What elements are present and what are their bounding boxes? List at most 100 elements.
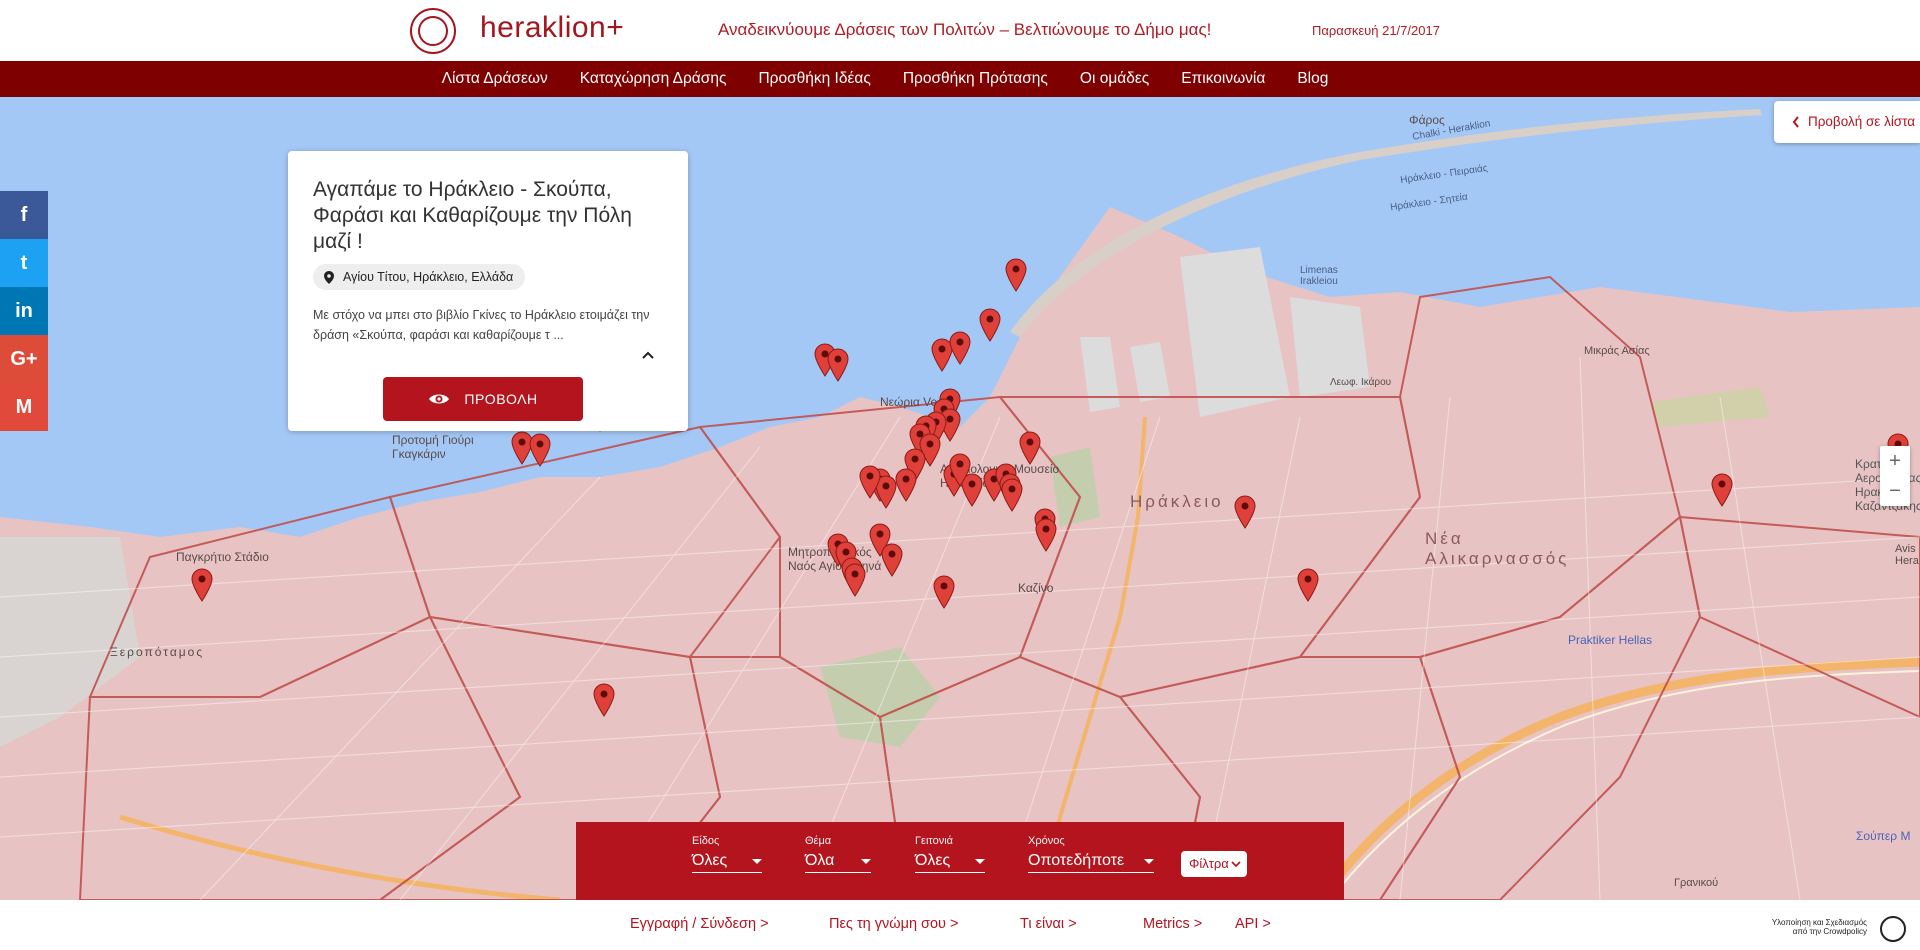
filter-neighborhood-value: Όλες bbox=[915, 852, 951, 869]
filter-theme-select[interactable]: Όλα bbox=[805, 852, 871, 873]
facebook-share-icon[interactable]: f bbox=[0, 191, 48, 239]
map-label-granikou: Γρανικού bbox=[1674, 877, 1719, 889]
view-action-label: ΠΡΟΒΟΛΗ bbox=[464, 391, 538, 407]
map-label-pagkritio: Παγκρήτιο Στάδιο bbox=[176, 550, 269, 564]
map-marker-icon[interactable] bbox=[859, 465, 881, 499]
nav-add-proposal[interactable]: Προσθήκη Πρότασης bbox=[887, 61, 1064, 97]
nav-actions-list[interactable]: Λίστα Δράσεων bbox=[426, 61, 564, 97]
twitter-share-icon[interactable]: t bbox=[0, 239, 48, 287]
filter-bar: Είδος Όλες Θέμα Όλα Γειτονιά Όλες Χρόνος… bbox=[576, 822, 1344, 900]
zoom-out-button[interactable]: − bbox=[1880, 476, 1910, 506]
filter-theme: Θέμα Όλα bbox=[805, 835, 871, 873]
map-zoom-control: + − bbox=[1880, 446, 1910, 506]
footer-link-metrics[interactable]: Metrics > bbox=[1143, 916, 1202, 932]
chevron-down-icon bbox=[1231, 861, 1241, 868]
footer-link-feedback[interactable]: Πες τη γνώμη σου > bbox=[829, 916, 958, 932]
current-date: Παρασκευή 21/7/2017 bbox=[1312, 23, 1440, 38]
map-marker-icon[interactable] bbox=[593, 683, 615, 717]
map-marker-icon[interactable] bbox=[933, 575, 955, 609]
caret-down-icon bbox=[861, 858, 871, 864]
list-view-button[interactable]: Προβολή σε λίστα bbox=[1774, 101, 1920, 143]
site-logo-text[interactable]: heraklion+ bbox=[480, 11, 624, 45]
map-label-nea-alikarnassos: Νέα Αλικαρνασσός bbox=[1425, 529, 1570, 568]
map-marker-icon[interactable] bbox=[827, 348, 849, 382]
map-marker-icon[interactable] bbox=[1005, 258, 1027, 292]
filter-neighborhood-label: Γειτονιά bbox=[915, 835, 954, 847]
action-location-chip: Αγίου Τίτου, Ηράκλειο, Ελλάδα bbox=[313, 264, 526, 290]
filter-time: Χρόνος Οποτεδήποτε bbox=[1028, 835, 1154, 873]
map-marker-icon[interactable] bbox=[979, 308, 1001, 342]
crowdpolicy-logo[interactable] bbox=[1880, 916, 1906, 942]
main-nav: Λίστα Δράσεων Καταχώρηση Δράσης Προσθήκη… bbox=[0, 61, 1920, 97]
filters-toggle-button[interactable]: Φίλτρα bbox=[1181, 851, 1247, 877]
nav-contact[interactable]: Επικοινωνία bbox=[1165, 61, 1281, 97]
heraklion-seal-logo[interactable] bbox=[410, 8, 456, 54]
filters-toggle-label: Φίλτρα bbox=[1189, 856, 1229, 871]
gmail-share-icon[interactable]: M bbox=[0, 383, 48, 431]
map-marker-icon[interactable] bbox=[1001, 478, 1023, 512]
site-header: heraklion+ Αναδεικνύουμε Δράσεις των Πολ… bbox=[0, 0, 1920, 61]
caret-down-icon bbox=[752, 858, 762, 864]
map-label-xeropotamos: Ξεροπόταμος bbox=[110, 645, 205, 659]
action-description: Με στόχο να μπει στο βιβλίο Γκίνες το Ηρ… bbox=[313, 308, 650, 342]
map-marker-icon[interactable] bbox=[191, 568, 213, 602]
map-label-heraklion: Ηράκλειο bbox=[1130, 492, 1224, 511]
action-title[interactable]: Αγαπάμε το Ηράκλειο - Σκούπα, Φαράσι και… bbox=[313, 177, 658, 255]
map-label-aviation: Avis Hera bbox=[1895, 543, 1919, 567]
zoom-in-button[interactable]: + bbox=[1880, 446, 1910, 476]
nav-register-action[interactable]: Καταχώρηση Δράσης bbox=[564, 61, 743, 97]
footer-link-signup[interactable]: Εγγραφή / Σύνδεση > bbox=[630, 916, 769, 932]
list-view-label: Προβολή σε λίστα bbox=[1808, 114, 1916, 129]
footer-link-api[interactable]: API > bbox=[1235, 916, 1271, 932]
map-label-kazino: Καζίνο bbox=[1018, 581, 1054, 595]
site-tagline: Αναδεικνύουμε Δράσεις των Πολιτών – Βελτ… bbox=[718, 20, 1212, 39]
map-marker-icon[interactable] bbox=[949, 331, 971, 365]
filter-time-label: Χρόνος bbox=[1028, 835, 1065, 847]
view-action-button[interactable]: ΠΡΟΒΟΛΗ bbox=[383, 377, 583, 421]
chevron-left-icon bbox=[1792, 116, 1799, 128]
map-label-faros: Φάρος bbox=[1409, 113, 1445, 127]
collapse-chevron-icon[interactable] bbox=[640, 347, 656, 363]
filter-neighborhood: Γειτονιά Όλες bbox=[915, 835, 985, 873]
map-marker-icon[interactable] bbox=[1035, 518, 1057, 552]
caret-down-icon bbox=[1144, 858, 1154, 864]
map-marker-icon[interactable] bbox=[1234, 495, 1256, 529]
filter-theme-value: Όλα bbox=[805, 852, 835, 869]
filter-type-label: Είδος bbox=[692, 835, 720, 847]
filter-type-value: Όλες bbox=[692, 852, 728, 869]
map-label-praktiker: Praktiker Hellas bbox=[1568, 633, 1653, 647]
footer-link-about[interactable]: Τι είναι > bbox=[1020, 916, 1077, 932]
map-marker-icon[interactable] bbox=[881, 543, 903, 577]
caret-down-icon bbox=[975, 858, 985, 864]
action-location-text: Αγίου Τίτου, Ηράκλειο, Ελλάδα bbox=[343, 270, 514, 284]
filter-theme-label: Θέμα bbox=[805, 835, 832, 847]
filter-neighborhood-select[interactable]: Όλες bbox=[915, 852, 985, 873]
filter-type-select[interactable]: Όλες bbox=[692, 852, 762, 873]
filter-time-value: Οποτεδήποτε bbox=[1028, 852, 1125, 869]
googleplus-share-icon[interactable]: G+ bbox=[0, 335, 48, 383]
eye-icon bbox=[429, 394, 450, 404]
map-marker-icon[interactable] bbox=[1019, 431, 1041, 465]
site-footer: Εγγραφή / Σύνδεση > Πες τη γνώμη σου > Τ… bbox=[0, 900, 1920, 950]
action-info-card: Αγαπάμε το Ηράκλειο - Σκούπα, Φαράσι και… bbox=[288, 151, 688, 431]
map-marker-icon[interactable] bbox=[1711, 473, 1733, 507]
filter-type: Είδος Όλες bbox=[692, 835, 762, 873]
map-marker-icon[interactable] bbox=[895, 468, 917, 502]
map-marker-icon[interactable] bbox=[529, 433, 551, 467]
social-share-bar: f t in G+ M bbox=[0, 191, 48, 431]
location-pin-icon bbox=[324, 271, 334, 284]
nav-add-idea[interactable]: Προσθήκη Ιδέας bbox=[742, 61, 886, 97]
map-label-limenas: Limenas Irakleiou bbox=[1300, 265, 1338, 287]
map-label-supermarket: Σούπερ Μ bbox=[1856, 829, 1911, 843]
nav-groups[interactable]: Οι ομάδες bbox=[1064, 61, 1165, 97]
map-label-protomi: Προτομή Γιούρι Γκαγκάριν bbox=[392, 433, 474, 461]
map-marker-icon[interactable] bbox=[1297, 568, 1319, 602]
map-label-leof-ikarou: Λεωφ. Ικάρου bbox=[1330, 377, 1392, 388]
map-label-mikros-asias: Μικράς Ασίας bbox=[1584, 345, 1650, 357]
map-marker-icon[interactable] bbox=[949, 453, 971, 487]
linkedin-share-icon[interactable]: in bbox=[0, 287, 48, 335]
filter-time-select[interactable]: Οποτεδήποτε bbox=[1028, 852, 1154, 873]
map-marker-icon[interactable] bbox=[844, 563, 866, 597]
nav-blog[interactable]: Blog bbox=[1281, 61, 1344, 97]
footer-credit: Υλοποίηση και Σχεδιασμός από την Crowdpo… bbox=[1771, 918, 1867, 936]
